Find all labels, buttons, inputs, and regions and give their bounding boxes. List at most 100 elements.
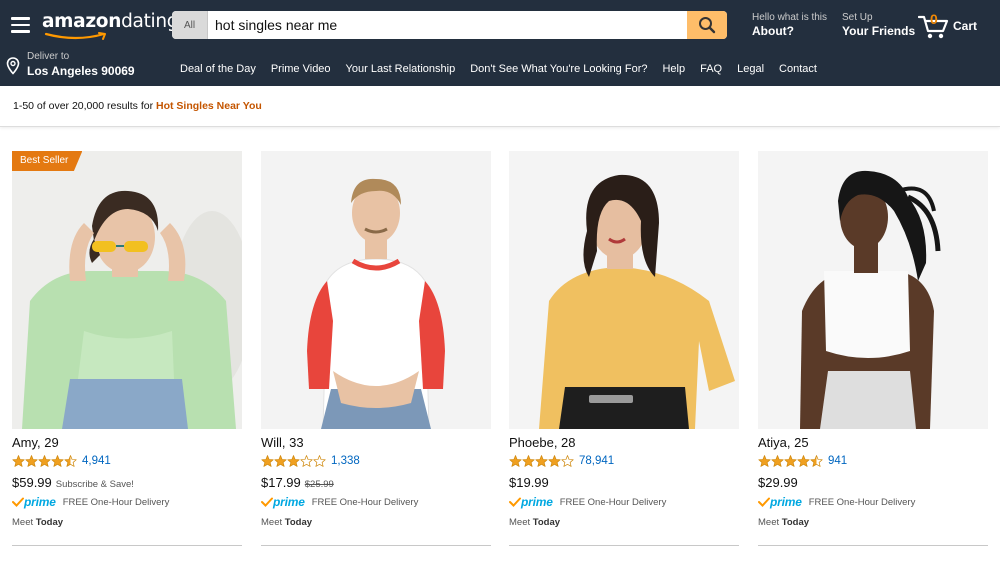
product-photo[interactable]: Best Seller: [12, 151, 242, 429]
price: $59.99: [12, 475, 52, 490]
star-icon: [548, 455, 561, 467]
product-rating[interactable]: 4,941: [12, 454, 242, 468]
about-link[interactable]: Hello what is this About?: [752, 11, 827, 39]
product-rating[interactable]: 941: [758, 454, 988, 468]
secondary-nav: Deal of the Day Prime Video Your Last Re…: [180, 63, 832, 75]
product-photo[interactable]: [261, 151, 491, 429]
results-summary-bar: 1-50 of over 20,000 results for Hot Sing…: [0, 86, 1000, 127]
star-icon: [64, 455, 77, 467]
prime-logo-icon: prime: [509, 495, 553, 509]
price-row: $19.99: [509, 475, 739, 490]
setup-friends-link[interactable]: Set Up Your Friends: [842, 11, 915, 39]
star-icon: [522, 455, 535, 467]
meet-day: Today: [35, 517, 64, 528]
nav-faq[interactable]: FAQ: [700, 63, 722, 75]
original-price: $25.99: [304, 479, 334, 490]
product-card-atiya[interactable]: Atiya, 25 941 $29.99 prime FREE One-Hour…: [758, 151, 988, 528]
location-pin-icon: [6, 57, 20, 75]
prime-row: prime FREE One-Hour Delivery: [509, 495, 739, 509]
card-divider: [261, 545, 491, 546]
product-photo[interactable]: [758, 151, 988, 429]
star-icon: [287, 455, 300, 467]
cart-label: Cart: [953, 19, 978, 33]
cart-button[interactable]: 0 Cart: [918, 11, 988, 40]
subscribe-save-note: Subscribe & Save!: [55, 479, 134, 490]
prime-row: prime FREE One-Hour Delivery: [12, 495, 242, 509]
product-rating[interactable]: 78,941: [509, 454, 739, 468]
nav-legal[interactable]: Legal: [737, 63, 764, 75]
meet-availability: Meet Today: [758, 517, 988, 528]
deliver-line1: Deliver to: [27, 51, 70, 62]
product-name[interactable]: Will, 33: [261, 435, 491, 450]
price-row: $29.99: [758, 475, 988, 490]
delivery-text: FREE One-Hour Delivery: [559, 496, 667, 508]
prime-label: prime: [273, 495, 305, 509]
product-card-amy[interactable]: Best Seller Amy, 29 4,941 $59.99 Subscri…: [12, 151, 242, 528]
smile-arrow-icon: [44, 32, 106, 40]
star-icon: [300, 455, 313, 467]
meet-prefix: Meet: [12, 517, 36, 528]
review-count[interactable]: 1,338: [331, 455, 360, 467]
nav-contact[interactable]: Contact: [779, 63, 817, 75]
nav-deal-of-the-day[interactable]: Deal of the Day: [180, 63, 256, 75]
results-query: Hot Singles Near You: [156, 100, 262, 112]
meet-prefix: Meet: [261, 517, 285, 528]
star-icon: [784, 455, 797, 467]
star-rating-icon: [509, 455, 574, 467]
logo-secondary-text: dating: [121, 11, 179, 32]
search-input[interactable]: [208, 11, 687, 39]
star-icon: [771, 455, 784, 467]
star-rating-icon: [261, 455, 326, 467]
card-divider: [509, 545, 739, 546]
review-count[interactable]: 4,941: [82, 455, 111, 467]
star-icon: [12, 455, 25, 467]
prime-logo-icon: prime: [261, 495, 305, 509]
results-count-text: 1-50 of over 20,000 results for Hot Sing…: [13, 100, 262, 112]
product-name[interactable]: Amy, 29: [12, 435, 242, 450]
star-icon: [261, 455, 274, 467]
prime-row: prime FREE One-Hour Delivery: [758, 495, 988, 509]
star-icon: [810, 455, 823, 467]
card-divider: [758, 545, 988, 546]
prime-logo-icon: prime: [758, 495, 802, 509]
star-icon: [509, 455, 522, 467]
top-navigation-bar: amazondating All Hello what is this Abou…: [0, 0, 1000, 86]
nav-your-last-relationship[interactable]: Your Last Relationship: [346, 63, 456, 75]
prime-label: prime: [521, 495, 553, 509]
product-photo[interactable]: [509, 151, 739, 429]
nav-help[interactable]: Help: [662, 63, 685, 75]
hamburger-menu-icon[interactable]: [11, 17, 30, 33]
prime-label: prime: [770, 495, 802, 509]
star-rating-icon: [758, 455, 823, 467]
meet-prefix: Meet: [758, 517, 782, 528]
star-icon: [51, 455, 64, 467]
search-bar: All: [172, 11, 727, 39]
product-rating[interactable]: 1,338: [261, 454, 491, 468]
search-category-dropdown[interactable]: All: [172, 11, 208, 39]
price: $17.99: [261, 475, 301, 490]
prime-logo-icon: prime: [12, 495, 56, 509]
person-photo-illustration: [758, 151, 988, 429]
product-name[interactable]: Atiya, 25: [758, 435, 988, 450]
product-name[interactable]: Phoebe, 28: [509, 435, 739, 450]
about-line1: Hello what is this: [752, 12, 828, 23]
nav-prime-video[interactable]: Prime Video: [271, 63, 331, 75]
star-icon: [561, 455, 574, 467]
star-icon: [797, 455, 810, 467]
meet-prefix: Meet: [509, 517, 533, 528]
product-card-phoebe[interactable]: Phoebe, 28 78,941 $19.99 prime FREE One-…: [509, 151, 739, 528]
star-icon: [274, 455, 287, 467]
search-icon: [699, 17, 716, 34]
nav-dont-see-what-youre-looking-for[interactable]: Don't See What You're Looking For?: [470, 63, 647, 75]
review-count[interactable]: 78,941: [579, 455, 614, 467]
product-card-will[interactable]: Will, 33 1,338 $17.99 $25.99 prime FREE …: [261, 151, 491, 528]
deliver-line2: Los Angeles 90069: [27, 64, 135, 78]
amazon-dating-logo[interactable]: amazondating: [42, 11, 179, 40]
meet-day: Today: [532, 517, 561, 528]
star-icon: [25, 455, 38, 467]
review-count[interactable]: 941: [828, 455, 847, 467]
star-icon: [313, 455, 326, 467]
search-button[interactable]: [687, 11, 727, 39]
price: $19.99: [509, 475, 549, 490]
best-seller-badge: Best Seller: [12, 151, 83, 171]
